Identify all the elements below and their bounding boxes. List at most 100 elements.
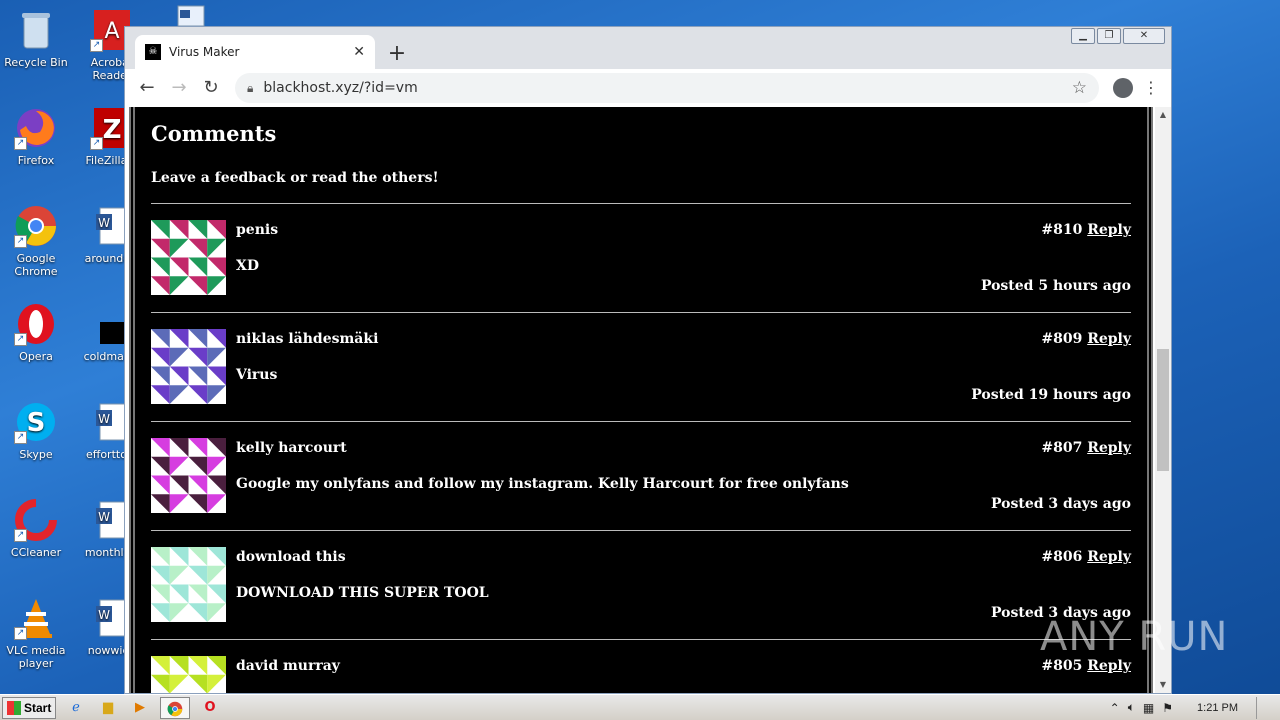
page-scrollbar[interactable]: ▲ ▼ bbox=[1155, 107, 1171, 693]
comment-id: #809 bbox=[1041, 331, 1083, 347]
shortcut-arrow-icon: ↗ bbox=[14, 529, 27, 542]
kebab-menu-icon[interactable]: ⋮ bbox=[1143, 78, 1159, 98]
scrollbar-thumb[interactable] bbox=[1157, 349, 1169, 471]
desktop-icon-recycle-bin[interactable]: Recycle Bin bbox=[0, 8, 72, 69]
desktop-icon-opera[interactable]: ↗ Opera bbox=[0, 302, 72, 363]
desktop-icon-label: Opera bbox=[19, 350, 53, 363]
svg-text:S: S bbox=[27, 408, 46, 438]
identicon-avatar bbox=[151, 220, 226, 295]
comment-author: niklas lähdesmäki bbox=[236, 331, 379, 347]
comment-body: Virus bbox=[236, 367, 278, 383]
comment-id: #807 bbox=[1041, 440, 1083, 456]
address-bar[interactable]: 🔒︎ blackhost.xyz/?id=vm ☆ bbox=[235, 73, 1099, 103]
taskbar: Start ℯ ▆ ▶ O ⌃ 🔈︎ ▦ ⚑ 1:21 PM bbox=[0, 694, 1280, 720]
page-body: Comments Leave a feedback or read the ot… bbox=[129, 107, 1153, 693]
desktop-icon-ccleaner[interactable]: ↗ CCleaner bbox=[0, 498, 72, 559]
clock[interactable]: 1:21 PM bbox=[1197, 702, 1238, 714]
comments-heading: Comments bbox=[151, 121, 277, 146]
tab-virus-maker[interactable]: ☠ Virus Maker ✕ bbox=[135, 35, 375, 69]
desktop-icon-skype[interactable]: S ↗ Skype bbox=[0, 400, 72, 461]
comment-author: download this bbox=[236, 549, 346, 565]
page-viewport: Comments Leave a feedback or read the ot… bbox=[125, 107, 1157, 693]
start-button[interactable]: Start bbox=[2, 696, 56, 719]
scroll-down-arrow-icon[interactable]: ▼ bbox=[1155, 677, 1171, 693]
volume-icon[interactable]: 🔈︎ bbox=[1128, 700, 1135, 715]
internet-explorer-icon[interactable]: ℯ bbox=[64, 697, 88, 719]
comments-section: Comments Leave a feedback or read the ot… bbox=[151, 107, 1131, 693]
anyrun-watermark: ANY RUN bbox=[1040, 614, 1229, 660]
identicon-avatar bbox=[151, 656, 226, 693]
comment-id: #810 bbox=[1041, 222, 1083, 238]
reply-link[interactable]: Reply bbox=[1087, 222, 1131, 238]
desktop-icon-vlc[interactable]: ↗ VLC media player bbox=[0, 596, 72, 670]
desktop-icon-label: CCleaner bbox=[10, 546, 62, 559]
tab-title: Virus Maker bbox=[169, 45, 240, 59]
vlc-cone-icon: ↗ bbox=[14, 596, 58, 640]
comment-body: Google my onlyfans and follow my instagr… bbox=[236, 476, 849, 492]
close-window-button[interactable]: ✕ bbox=[1123, 28, 1165, 44]
reply-link[interactable]: Reply bbox=[1087, 331, 1131, 347]
svg-text:W: W bbox=[98, 608, 110, 622]
comment-list: penis #810 Reply XD Posted 5 hours ago nikla… bbox=[151, 203, 1131, 693]
desktop-icon-label: Firefox bbox=[17, 154, 55, 167]
comment-item: david murray #805 Reply bbox=[151, 640, 1131, 693]
window-controls: ▁ ❐ ✕ bbox=[1071, 28, 1165, 44]
explorer-folder-icon[interactable]: ▆ bbox=[96, 697, 120, 719]
close-tab-icon[interactable]: ✕ bbox=[353, 44, 365, 60]
comments-subtitle: Leave a feedback or read the others! bbox=[151, 170, 439, 186]
reply-link[interactable]: Reply bbox=[1087, 658, 1131, 674]
comment-posted-time: Posted 5 hours ago bbox=[980, 278, 1131, 294]
comment-author: david murray bbox=[236, 658, 340, 674]
scroll-up-arrow-icon[interactable]: ▲ bbox=[1155, 107, 1171, 123]
shortcut-arrow-icon: ↗ bbox=[14, 137, 27, 150]
comment-meta: #806 Reply bbox=[1041, 549, 1131, 565]
forward-button[interactable]: → bbox=[165, 74, 193, 102]
action-center-flag-icon[interactable]: ⚑ bbox=[1162, 701, 1173, 715]
skype-icon: S ↗ bbox=[14, 400, 58, 444]
opera-icon: ↗ bbox=[14, 302, 58, 346]
desktop-icon-label: Google Chrome bbox=[14, 252, 58, 278]
profile-avatar-icon[interactable] bbox=[1113, 78, 1133, 98]
comment-meta: #805 Reply bbox=[1041, 658, 1131, 674]
comment-author: kelly harcourt bbox=[236, 440, 347, 456]
windows-flag-icon bbox=[7, 700, 21, 715]
browser-toolbar: ← → ↻ 🔒︎ blackhost.xyz/?id=vm ☆ ⋮ bbox=[125, 69, 1171, 107]
comment-meta: #807 Reply bbox=[1041, 440, 1131, 456]
tray-expand-icon[interactable]: ⌃ bbox=[1110, 701, 1120, 715]
system-tray: ⌃ 🔈︎ ▦ ⚑ 1:21 PM bbox=[1110, 696, 1280, 719]
start-label: Start bbox=[24, 700, 52, 715]
show-desktop-button[interactable] bbox=[1256, 696, 1270, 719]
media-player-icon[interactable]: ▶ bbox=[128, 697, 152, 719]
network-icon[interactable]: ▦ bbox=[1143, 701, 1154, 715]
comment-meta: #809 Reply bbox=[1041, 331, 1131, 347]
shortcut-arrow-icon: ↗ bbox=[14, 431, 27, 444]
chrome-taskbar-icon[interactable] bbox=[160, 696, 190, 719]
url-text[interactable]: blackhost.xyz/?id=vm bbox=[263, 80, 1071, 96]
desktop-icon-chrome[interactable]: ↗ Google Chrome bbox=[0, 204, 72, 278]
bookmark-star-icon[interactable]: ☆ bbox=[1072, 78, 1087, 98]
desktop-icon-label: Skype bbox=[19, 448, 53, 461]
shortcut-arrow-icon: ↗ bbox=[90, 137, 103, 150]
identicon-avatar bbox=[151, 438, 226, 513]
comment-item: penis #810 Reply XD Posted 5 hours ago bbox=[151, 204, 1131, 313]
comment-item: niklas lähdesmäki #809 Reply Virus Posted 1… bbox=[151, 313, 1131, 422]
comment-id: #805 bbox=[1041, 658, 1083, 674]
shortcut-arrow-icon: ↗ bbox=[14, 235, 27, 248]
browser-window: ▁ ❐ ✕ ☠ Virus Maker ✕ + ← → ↻ 🔒︎ blackho… bbox=[124, 26, 1172, 694]
svg-text:W: W bbox=[98, 412, 110, 426]
reload-button[interactable]: ↻ bbox=[197, 74, 225, 102]
lock-icon[interactable]: 🔒︎ bbox=[247, 81, 253, 96]
identicon-avatar bbox=[151, 329, 226, 404]
desktop-icon-firefox[interactable]: ↗ Firefox bbox=[0, 106, 72, 167]
comment-posted-time: Posted 3 days ago bbox=[991, 496, 1131, 512]
reply-link[interactable]: Reply bbox=[1087, 440, 1131, 456]
shortcut-arrow-icon: ↗ bbox=[14, 627, 27, 640]
comment-body: XD bbox=[236, 258, 260, 274]
back-button[interactable]: ← bbox=[133, 74, 161, 102]
opera-taskbar-icon[interactable]: O bbox=[198, 697, 222, 719]
new-tab-button[interactable]: + bbox=[383, 41, 411, 69]
minimize-button[interactable]: ▁ bbox=[1071, 28, 1095, 44]
reply-link[interactable]: Reply bbox=[1087, 549, 1131, 565]
restore-button[interactable]: ❐ bbox=[1097, 28, 1121, 44]
svg-text:A: A bbox=[104, 19, 119, 44]
